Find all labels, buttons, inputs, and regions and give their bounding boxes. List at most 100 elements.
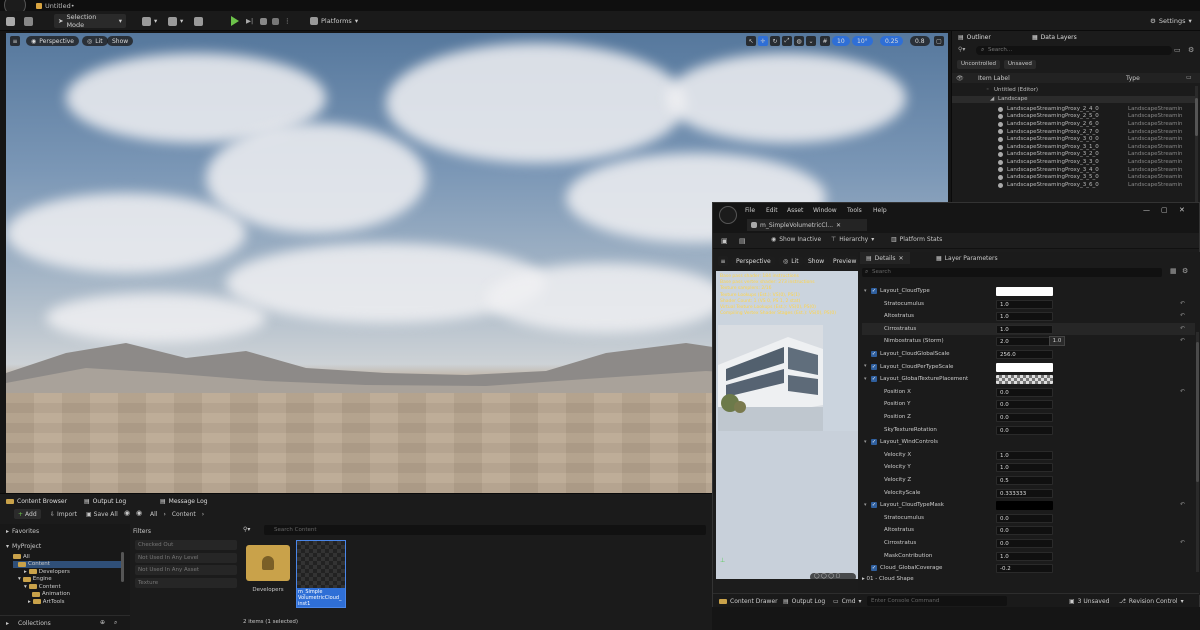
- scale-snap-value[interactable]: 0.25: [880, 36, 904, 46]
- content-search-input[interactable]: Search Content: [264, 525, 706, 535]
- output-log-button[interactable]: ▤ Output Log: [783, 596, 825, 606]
- camera-speed-value[interactable]: 0.8: [910, 36, 930, 46]
- param-value[interactable]: 0.333333: [996, 488, 1053, 498]
- settings-gear-icon[interactable]: ⚙: [1188, 46, 1194, 54]
- param-value[interactable]: 1.0: [996, 463, 1053, 473]
- world-local-icon[interactable]: ◍: [794, 36, 804, 46]
- override-checkbox[interactable]: ✓: [871, 502, 877, 509]
- details-row-param[interactable]: Velocity Z 0.5: [862, 474, 1195, 487]
- param-value[interactable]: 0.5: [996, 476, 1053, 485]
- gear-icon[interactable]: ⚙: [1182, 267, 1188, 275]
- browse-icon[interactable]: ▤: [739, 237, 746, 245]
- filter-not-used-level[interactable]: Not Used In Any Level: [135, 552, 237, 563]
- details-row-param[interactable]: Position Z 0.0: [862, 411, 1195, 424]
- tab-details[interactable]: ▤ Details ✕: [860, 252, 910, 264]
- property-matrix-icon[interactable]: ▦: [1170, 267, 1177, 275]
- show-inactive-button[interactable]: ◉ Show Inactive: [771, 236, 821, 243]
- reset-arrow-icon[interactable]: ↶: [1180, 312, 1185, 319]
- preview-perspective-button[interactable]: Perspective: [731, 256, 776, 266]
- reset-arrow-icon[interactable]: ↶: [1180, 337, 1185, 344]
- details-row-param[interactable]: Position X 0.0 ↶: [862, 386, 1195, 399]
- param-value[interactable]: 2.0: [996, 337, 1053, 347]
- reset-arrow-icon[interactable]: ↶: [1180, 539, 1185, 546]
- tab-content-browser[interactable]: Content Browser: [6, 496, 67, 506]
- columns-icon[interactable]: ▭: [1186, 74, 1192, 81]
- preview-shape-buttons[interactable]: ◯ ◯ ◯ ▢: [810, 573, 856, 579]
- tree-item-all[interactable]: All: [13, 553, 30, 560]
- asset-tile-developers[interactable]: Developers: [243, 541, 293, 607]
- translate-mode-icon[interactable]: ✛: [758, 36, 768, 46]
- scale-mode-icon[interactable]: ⤢: [782, 36, 792, 46]
- menu-item-window[interactable]: Window: [813, 207, 837, 214]
- chevron-down-icon[interactable]: ▾: [864, 439, 867, 445]
- revision-control-button[interactable]: ⎇ Revision Control ▾: [1119, 596, 1184, 606]
- override-checkbox[interactable]: ✓: [871, 376, 877, 383]
- details-row-param[interactable]: Nimbostratus (Storm) 2.0 ↶: [862, 335, 1195, 348]
- cinematics-button[interactable]: [194, 14, 203, 28]
- perspective-button[interactable]: ◉ Perspective: [26, 36, 79, 46]
- tree-item-content[interactable]: Content: [13, 560, 121, 568]
- param-value[interactable]: 1.0: [996, 450, 1053, 460]
- tree-item-engine[interactable]: ▾ Engine: [18, 576, 52, 583]
- menu-item-file[interactable]: File: [745, 207, 755, 214]
- details-row-group[interactable]: ▾ ✓ Layout_CloudType: [862, 285, 1195, 298]
- console-input[interactable]: Enter Console Command: [867, 596, 1007, 606]
- viewport-menu-icon[interactable]: ≡: [10, 36, 20, 46]
- details-row-param[interactable]: Cirrostratus 1.0 ↶: [862, 322, 1195, 336]
- outliner-row[interactable]: LandscapeStreamingProxy_3_5_0 LandscapeSt…: [952, 173, 1195, 181]
- param-value[interactable]: -0.2: [996, 564, 1053, 574]
- filter-dropdown-icon[interactable]: ⚲▾: [243, 526, 250, 533]
- reset-arrow-icon[interactable]: ↶: [1180, 300, 1185, 307]
- settings-dropdown[interactable]: ⚙ Settings ▾: [1150, 14, 1192, 28]
- param-value[interactable]: 0.0: [996, 400, 1053, 410]
- tab-data-layers[interactable]: ▦ Data Layers: [1032, 31, 1077, 43]
- add-filter-icon[interactable]: ▭: [1174, 46, 1181, 54]
- override-checkbox[interactable]: ✓: [871, 351, 877, 357]
- asset-tile-material-instance[interactable]: m_Simple VolumetricCloud_ inst1: [296, 540, 346, 608]
- details-row-param[interactable]: Position Y 0.0: [862, 398, 1195, 411]
- preview-preview-button[interactable]: Preview: [828, 256, 862, 266]
- color-swatch[interactable]: [996, 362, 1053, 372]
- cmd-dropdown[interactable]: ▭ Cmd ▾: [833, 596, 862, 606]
- outliner-row[interactable]: LandscapeStreamingProxy_2_7_0 LandscapeSt…: [952, 128, 1195, 136]
- preview-show-button[interactable]: Show: [803, 256, 830, 266]
- project-section[interactable]: ▾ MyProject: [6, 543, 41, 550]
- chevron-down-icon[interactable]: ▾: [864, 363, 867, 369]
- play-button[interactable]: [231, 14, 239, 28]
- surface-snap-icon[interactable]: ⌄: [806, 36, 816, 46]
- lit-button[interactable]: ◎ Lit: [82, 36, 108, 46]
- add-button[interactable]: + Add: [14, 509, 41, 519]
- details-row-group[interactable]: ▾ ✓ Layout_CloudTypeMask ↶: [862, 499, 1195, 512]
- outliner-search-input[interactable]: Search...: [976, 46, 1172, 55]
- tab-message-log[interactable]: ▤ Message Log: [160, 496, 208, 506]
- blueprint-button[interactable]: ▾: [168, 14, 183, 28]
- filter-unsaved[interactable]: Unsaved: [1004, 60, 1036, 69]
- document-tab[interactable]: Untitled•: [36, 0, 75, 11]
- color-swatch[interactable]: [996, 501, 1053, 511]
- details-row-param[interactable]: Altostratus 0.0: [862, 524, 1195, 537]
- color-swatch[interactable]: [996, 375, 1053, 385]
- outliner-row[interactable]: LandscapeStreamingProxy_3_6_0 LandscapeSt…: [952, 181, 1195, 189]
- chevron-down-icon[interactable]: ▾: [864, 502, 867, 508]
- details-row-param[interactable]: Altostratus 1.0 ↶: [862, 310, 1195, 323]
- outliner-root-row[interactable]: ◦ Untitled (Editor): [952, 86, 1195, 94]
- unsaved-indicator[interactable]: ▣ 3 Unsaved: [1069, 596, 1109, 606]
- details-row-sub[interactable]: ✓ Cloud_GlobalCoverage -0.2: [862, 562, 1195, 575]
- outliner-scrollbar[interactable]: [1195, 86, 1198, 206]
- details-row-group[interactable]: ▾ ✓ Layout_GlobalTexturePlacement: [862, 373, 1195, 386]
- maximize-icon[interactable]: ▢: [1161, 206, 1168, 214]
- maximize-viewport-icon[interactable]: ▢: [934, 36, 944, 46]
- cloud-shape-group[interactable]: ▸ 01 - Cloud Shape: [862, 576, 914, 582]
- reset-arrow-icon[interactable]: ↶: [1180, 325, 1185, 332]
- minimize-icon[interactable]: —: [1143, 206, 1150, 214]
- hierarchy-dropdown[interactable]: ⊤ Hierarchy ▾: [831, 236, 874, 243]
- content-drawer-button[interactable]: Content Drawer: [719, 596, 778, 606]
- param-value[interactable]: 0.0: [996, 513, 1053, 523]
- sources-scrollbar[interactable]: [121, 552, 124, 582]
- menu-item-tools[interactable]: Tools: [847, 207, 862, 214]
- param-value[interactable]: 0.0: [996, 526, 1053, 536]
- param-value[interactable]: 1.0: [996, 324, 1053, 334]
- material-preview-viewport[interactable]: Base pass shader: 184 instructions Base p…: [716, 271, 858, 579]
- color-swatch[interactable]: [996, 438, 1053, 447]
- tab-layer-parameters[interactable]: ▦ Layer Parameters: [936, 252, 998, 264]
